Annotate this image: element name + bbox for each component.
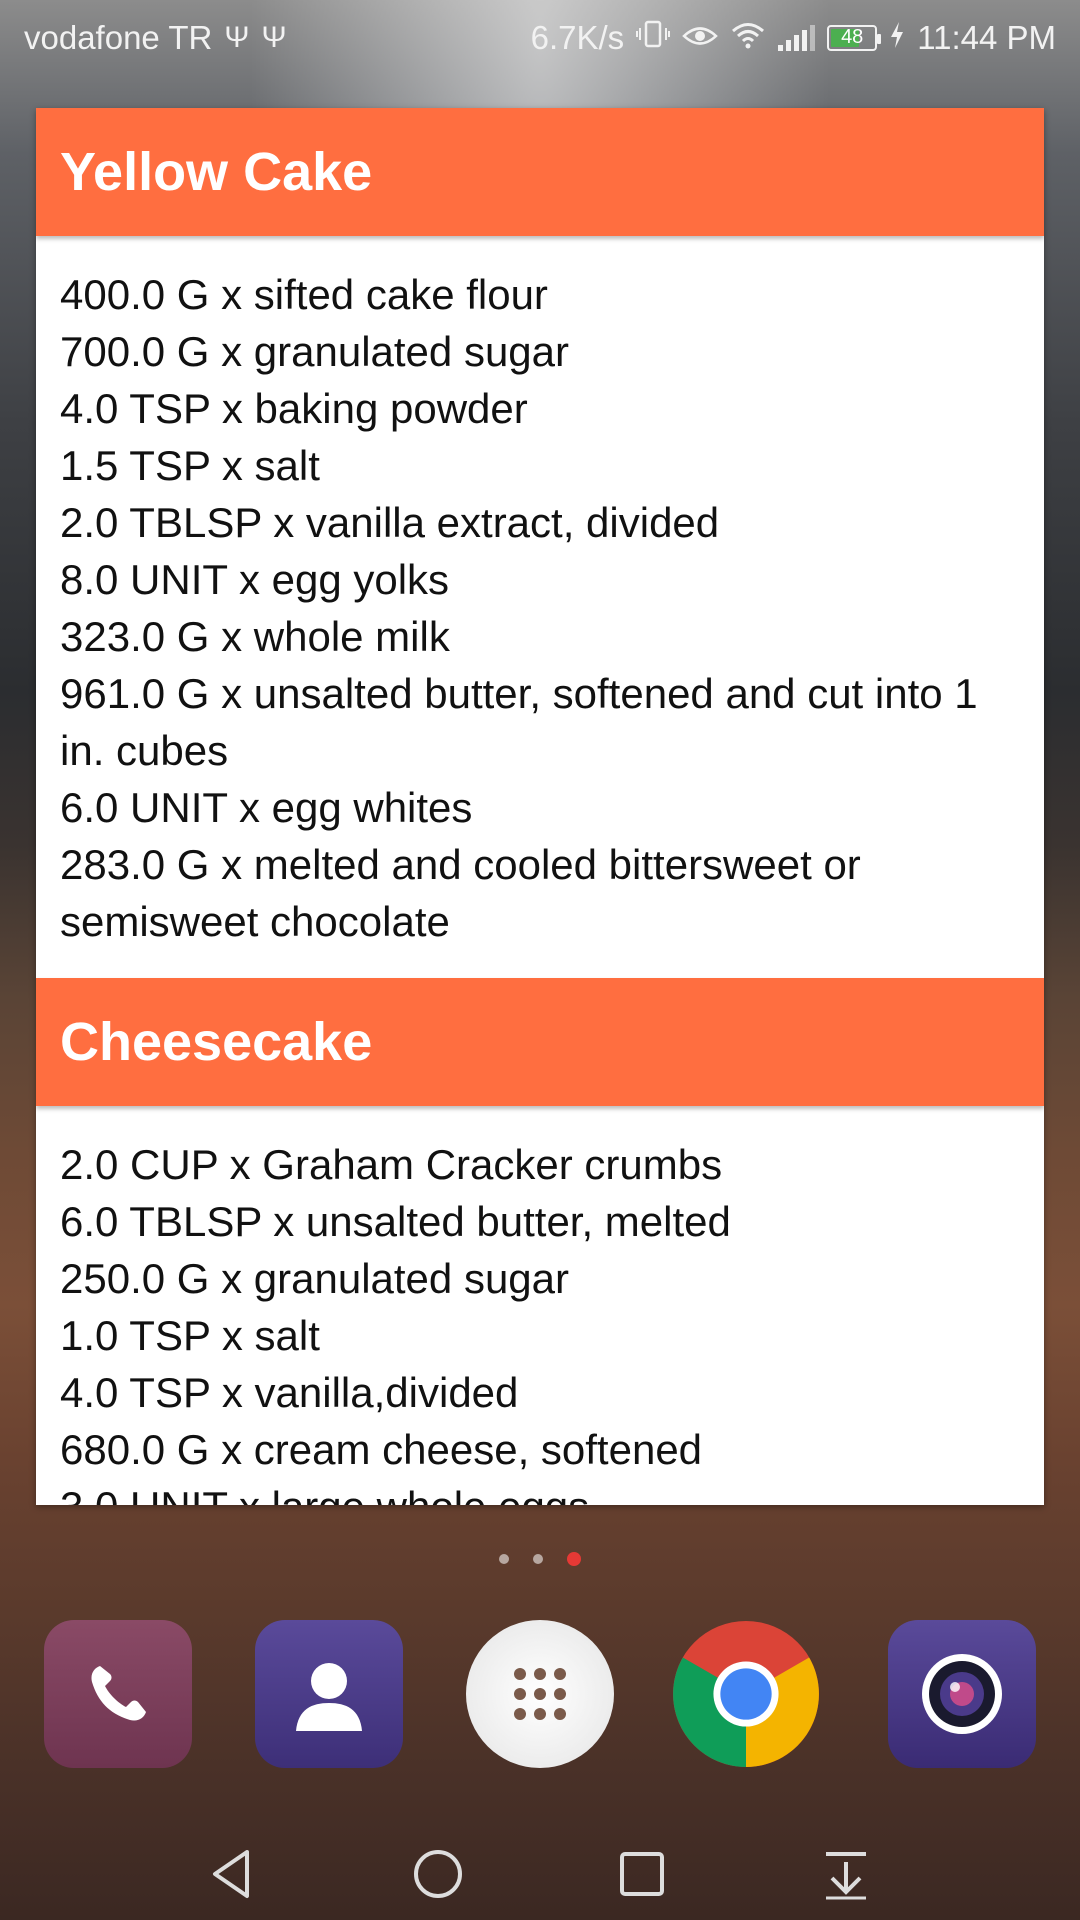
app-drawer-button[interactable] — [466, 1620, 614, 1768]
recents-icon — [620, 1852, 664, 1896]
pull-down-icon — [826, 1852, 866, 1900]
ingredient-list: 2.0 CUP x Graham Cracker crumbs 6.0 TBLS… — [36, 1106, 1044, 1505]
camera-app-icon[interactable] — [888, 1620, 1036, 1768]
recipe-section-yellow-cake: Yellow Cake 400.0 G x sifted cake flour … — [36, 108, 1044, 978]
status-left: vodafone TR Ψ Ψ — [24, 19, 287, 57]
dock — [0, 1620, 1080, 1770]
chrome-icon — [672, 1620, 820, 1768]
usb-icon: Ψ — [261, 20, 287, 54]
recents-button[interactable] — [612, 1844, 672, 1904]
page-dot — [499, 1554, 509, 1564]
home-icon — [414, 1850, 462, 1898]
contacts-app-icon[interactable] — [255, 1620, 403, 1768]
charging-icon — [889, 19, 905, 57]
recipe-header[interactable]: Yellow Cake — [36, 108, 1044, 236]
recipe-widget[interactable]: Yellow Cake 400.0 G x sifted cake flour … — [36, 108, 1044, 1505]
notification-pull-button[interactable] — [816, 1844, 876, 1904]
ingredient-item: 700.0 G x granulated sugar — [60, 328, 570, 375]
ingredient-item: 1.5 TSP x salt — [60, 442, 320, 489]
ingredient-item: 6.0 TBLSP x unsalted butter, melted — [60, 1198, 731, 1245]
usb-icon: Ψ — [224, 20, 250, 54]
recipe-title: Yellow Cake — [60, 142, 373, 202]
ingredient-list: 400.0 G x sifted cake flour 700.0 G x gr… — [36, 236, 1044, 978]
clock: 11:44 PM — [917, 18, 1056, 56]
person-icon — [296, 1663, 362, 1731]
ingredient-item: 400.0 G x sifted cake flour — [60, 271, 548, 318]
vibrate-icon — [636, 19, 671, 57]
status-right: 6.7K/s 48 11:44 PM — [531, 19, 1056, 57]
ingredient-item: 2.0 CUP x Graham Cracker crumbs — [60, 1141, 723, 1188]
wifi-icon — [730, 19, 766, 57]
ingredient-item: 4.0 TSP x baking powder — [60, 385, 528, 432]
ingredient-item: 1.0 TSP x salt — [60, 1312, 320, 1359]
eye-icon — [682, 19, 719, 57]
recipe-title: Cheesecake — [60, 1012, 373, 1072]
battery-level: 48 — [841, 26, 864, 48]
back-icon — [213, 1850, 249, 1898]
carrier-label: vodafone TR — [24, 18, 213, 56]
page-dot — [533, 1554, 543, 1564]
phone-icon — [91, 1666, 146, 1721]
page-dot-active — [567, 1552, 581, 1566]
camera-icon — [922, 1654, 1002, 1734]
recipe-section-cheesecake: Cheesecake 2.0 CUP x Graham Cracker crum… — [36, 978, 1044, 1505]
ingredient-item: 8.0 UNIT x egg yolks — [60, 556, 450, 603]
ingredient-item: 6.0 UNIT x egg whites — [60, 784, 473, 831]
recipe-header[interactable]: Cheesecake — [36, 978, 1044, 1106]
ingredient-item: 3.0 UNIT x large whole eggs — [60, 1478, 1020, 1505]
back-button[interactable] — [203, 1844, 263, 1904]
status-bar: vodafone TR Ψ Ψ 6.7K/s 48 11:44 PM — [0, 0, 1080, 75]
ingredient-item: 4.0 TSP x vanilla,divided — [60, 1369, 519, 1416]
ingredient-item: 250.0 G x granulated sugar — [60, 1255, 570, 1302]
home-button[interactable] — [408, 1844, 468, 1904]
signal-icon — [778, 24, 816, 51]
phone-app-icon[interactable] — [44, 1620, 192, 1768]
ingredient-item: 2.0 TBLSP x vanilla extract, divided — [60, 499, 720, 546]
grid-icon — [514, 1668, 566, 1720]
net-speed: 6.7K/s — [530, 18, 625, 56]
ingredient-item: 323.0 G x whole milk — [60, 613, 450, 660]
ingredient-item: 283.0 G x melted and cooled bittersweet … — [60, 841, 861, 945]
page-indicator — [0, 1552, 1080, 1566]
chrome-app-icon[interactable] — [672, 1620, 820, 1768]
battery-icon: 48 — [827, 24, 882, 51]
navigation-bar — [0, 1830, 1080, 1920]
ingredient-item: 680.0 G x cream cheese, softened — [60, 1426, 703, 1473]
ingredient-item: 961.0 G x unsalted butter, softened and … — [60, 670, 978, 774]
